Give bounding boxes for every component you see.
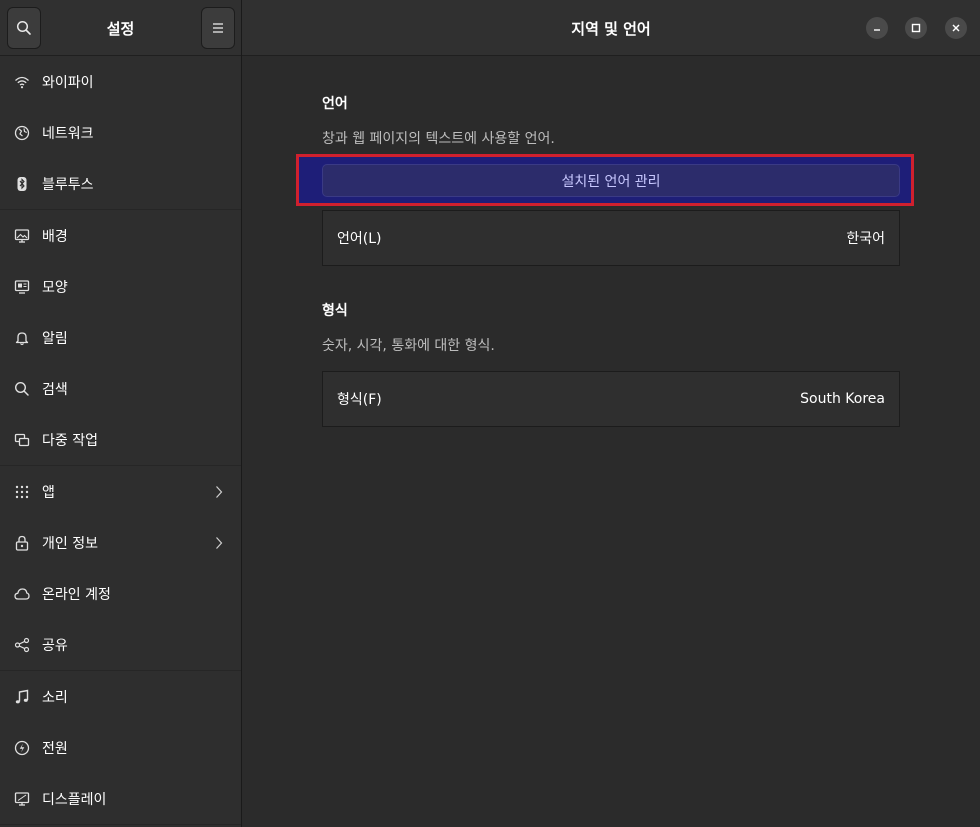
sidebar-item-label: 전원: [42, 740, 68, 757]
sidebar-item-label: 소리: [42, 689, 68, 706]
sidebar-item-background[interactable]: 배경: [0, 210, 241, 261]
format-row[interactable]: 형식(F) South Korea: [322, 371, 900, 427]
sidebar: 설정 와이파이네트워크블루투스배경모양알림검색다중 작업앱개인 정보온라인 계정…: [0, 0, 242, 827]
region-language-panel: 언어 창과 웹 페이지의 텍스트에 사용할 언어. 설치된 언어 관리 언어(L…: [242, 56, 980, 827]
language-row-value: 한국어: [846, 231, 885, 247]
sidebar-item-label: 개인 정보: [42, 535, 98, 552]
chevron-right-icon: [215, 485, 223, 499]
wifi-icon: [14, 74, 30, 90]
sidebar-item-label: 공유: [42, 637, 68, 654]
bell-icon: [14, 330, 30, 346]
sidebar-item-apps-grid[interactable]: 앱: [0, 466, 241, 517]
language-section-title: 언어: [322, 96, 348, 112]
apps-grid-icon: [14, 484, 30, 500]
sidebar-header: 설정: [0, 0, 241, 56]
manage-installed-languages-button[interactable]: 설치된 언어 관리: [322, 164, 900, 197]
hamburger-menu-icon: [213, 23, 223, 33]
sidebar-item-cloud[interactable]: 온라인 계정: [0, 568, 241, 619]
display-icon: [14, 791, 30, 807]
format-section-title: 형식: [322, 303, 348, 319]
share-icon: [14, 637, 30, 653]
network-icon: [14, 125, 30, 141]
multitasking-icon: [14, 432, 30, 448]
sidebar-item-music-note[interactable]: 소리: [0, 671, 241, 722]
chevron-right-icon: [215, 536, 223, 550]
sidebar-item-search[interactable]: 검색: [0, 363, 241, 414]
sidebar-title: 설정: [106, 19, 135, 38]
sidebar-item-share[interactable]: 공유: [0, 619, 241, 670]
cloud-icon: [14, 586, 30, 602]
sidebar-item-label: 디스플레이: [42, 791, 107, 808]
format-row-label: 형식(F): [337, 392, 382, 408]
sidebar-nav: 와이파이네트워크블루투스배경모양알림검색다중 작업앱개인 정보온라인 계정공유소…: [0, 56, 241, 825]
sidebar-item-label: 온라인 계정: [42, 586, 111, 603]
sidebar-item-display[interactable]: 디스플레이: [0, 773, 241, 824]
sidebar-item-appearance[interactable]: 모양: [0, 261, 241, 312]
main-menu-button[interactable]: [201, 7, 235, 49]
sidebar-item-label: 블루투스: [42, 176, 94, 193]
language-row[interactable]: 언어(L) 한국어: [322, 210, 900, 266]
main-header: 지역 및 언어: [242, 0, 980, 56]
sidebar-item-label: 앱: [42, 484, 55, 501]
sidebar-item-label: 모양: [42, 279, 68, 296]
sidebar-group: 배경모양알림검색다중 작업: [0, 210, 241, 466]
sidebar-item-label: 알림: [42, 330, 68, 347]
minimize-button[interactable]: [866, 17, 888, 39]
lock-icon: [14, 535, 30, 551]
maximize-button[interactable]: [905, 17, 927, 39]
music-note-icon: [14, 689, 30, 705]
sidebar-item-power[interactable]: 전원: [0, 722, 241, 773]
format-row-value: South Korea: [800, 391, 885, 407]
sidebar-item-multitasking[interactable]: 다중 작업: [0, 414, 241, 465]
search-icon: [16, 20, 31, 35]
sidebar-item-label: 배경: [42, 228, 68, 245]
close-button[interactable]: [945, 17, 967, 39]
format-section-description: 숫자, 시각, 통화에 대한 형식.: [322, 338, 495, 354]
background-icon: [14, 228, 30, 244]
sidebar-group: 소리전원디스플레이: [0, 671, 241, 825]
settings-window: 설정 와이파이네트워크블루투스배경모양알림검색다중 작업앱개인 정보온라인 계정…: [0, 0, 980, 827]
close-icon: [952, 24, 960, 32]
minimize-icon: [874, 29, 880, 31]
bluetooth-icon: [14, 176, 30, 192]
sidebar-item-lock[interactable]: 개인 정보: [0, 517, 241, 568]
sidebar-item-label: 네트워크: [42, 125, 94, 142]
sidebar-item-wifi[interactable]: 와이파이: [0, 56, 241, 107]
sidebar-item-label: 다중 작업: [42, 432, 98, 449]
maximize-icon: [911, 23, 921, 33]
sidebar-group: 와이파이네트워크블루투스: [0, 56, 241, 210]
sidebar-search-button[interactable]: [7, 7, 41, 49]
language-row-label: 언어(L): [337, 231, 382, 247]
search-icon: [14, 381, 30, 397]
sidebar-item-network[interactable]: 네트워크: [0, 107, 241, 158]
power-icon: [14, 740, 30, 756]
language-section-description: 창과 웹 페이지의 텍스트에 사용할 언어.: [322, 131, 555, 147]
sidebar-group: 앱개인 정보온라인 계정공유: [0, 466, 241, 671]
sidebar-item-label: 와이파이: [42, 74, 94, 91]
sidebar-item-bell[interactable]: 알림: [0, 312, 241, 363]
sidebar-item-label: 검색: [42, 381, 68, 398]
sidebar-item-bluetooth[interactable]: 블루투스: [0, 158, 241, 209]
appearance-icon: [14, 279, 30, 295]
